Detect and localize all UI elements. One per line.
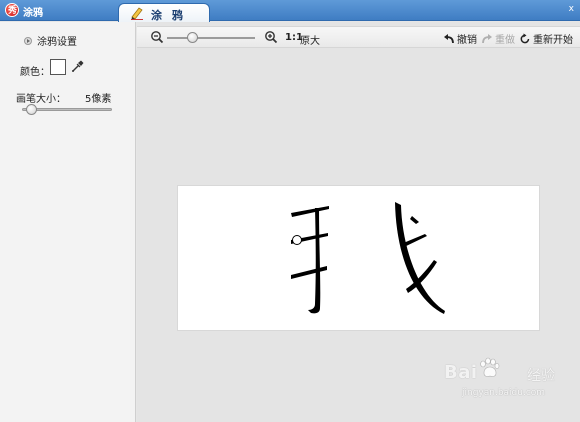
restart-label: 重新开始 [533,35,573,46]
watermark-brand: Bai [444,362,478,383]
tab-doodle[interactable]: 涂 鸦 [118,3,210,22]
app-logo-icon: 秀 [5,3,19,17]
zoom-out-icon[interactable] [150,30,164,44]
brush-cursor [292,235,302,245]
zoom-slider-track[interactable] [167,37,255,39]
undo-button[interactable]: 撤销 [443,31,477,46]
redo-icon [482,33,492,43]
redo-label: 重做 [495,35,515,46]
undo-label: 撤销 [457,35,477,46]
color-label: 颜色： [20,67,50,78]
brush-size-label: 画笔大小： [16,94,66,105]
zoom-slider-handle[interactable] [187,32,198,43]
brush-size-value: 5像素 [85,94,112,105]
doodle-strokes [291,202,445,314]
collapse-arrow-icon [24,36,32,45]
paw-logo-icon [480,357,500,377]
actual-size-button[interactable]: 原大 [300,32,320,47]
toolbar: 1:1 原大 撤销 重做 重新开始 [137,26,580,48]
brush-size-slider-handle[interactable] [26,104,37,115]
color-swatch[interactable] [50,59,66,75]
doodle-settings-header[interactable]: 涂鸦设置 [24,33,77,48]
settings-sidebar: 涂鸦设置 颜色： 画笔大小： 5像素 [0,22,136,422]
title-bar: 秀 涂鸦 涂 鸦 x [0,0,580,22]
refresh-icon [520,33,530,43]
redo-button[interactable]: 重做 [481,31,515,46]
tab-label: 涂 鸦 [151,9,186,22]
section-title: 涂鸦设置 [37,37,77,48]
zoom-in-icon[interactable] [264,30,278,44]
eyedropper-icon[interactable] [71,59,85,73]
restart-button[interactable]: 重新开始 [519,31,573,46]
pencil-icon [131,7,143,20]
watermark-url: jingyan.baidu.com [462,388,546,398]
app-title: 涂鸦 [23,8,43,19]
close-button[interactable]: x [569,4,574,14]
undo-icon [444,33,454,43]
watermark-brand-suffix: 经验 [527,368,555,384]
drawing-canvas[interactable] [177,185,540,331]
watermark: Bai 经验 jingyan.baidu.com [444,356,580,422]
